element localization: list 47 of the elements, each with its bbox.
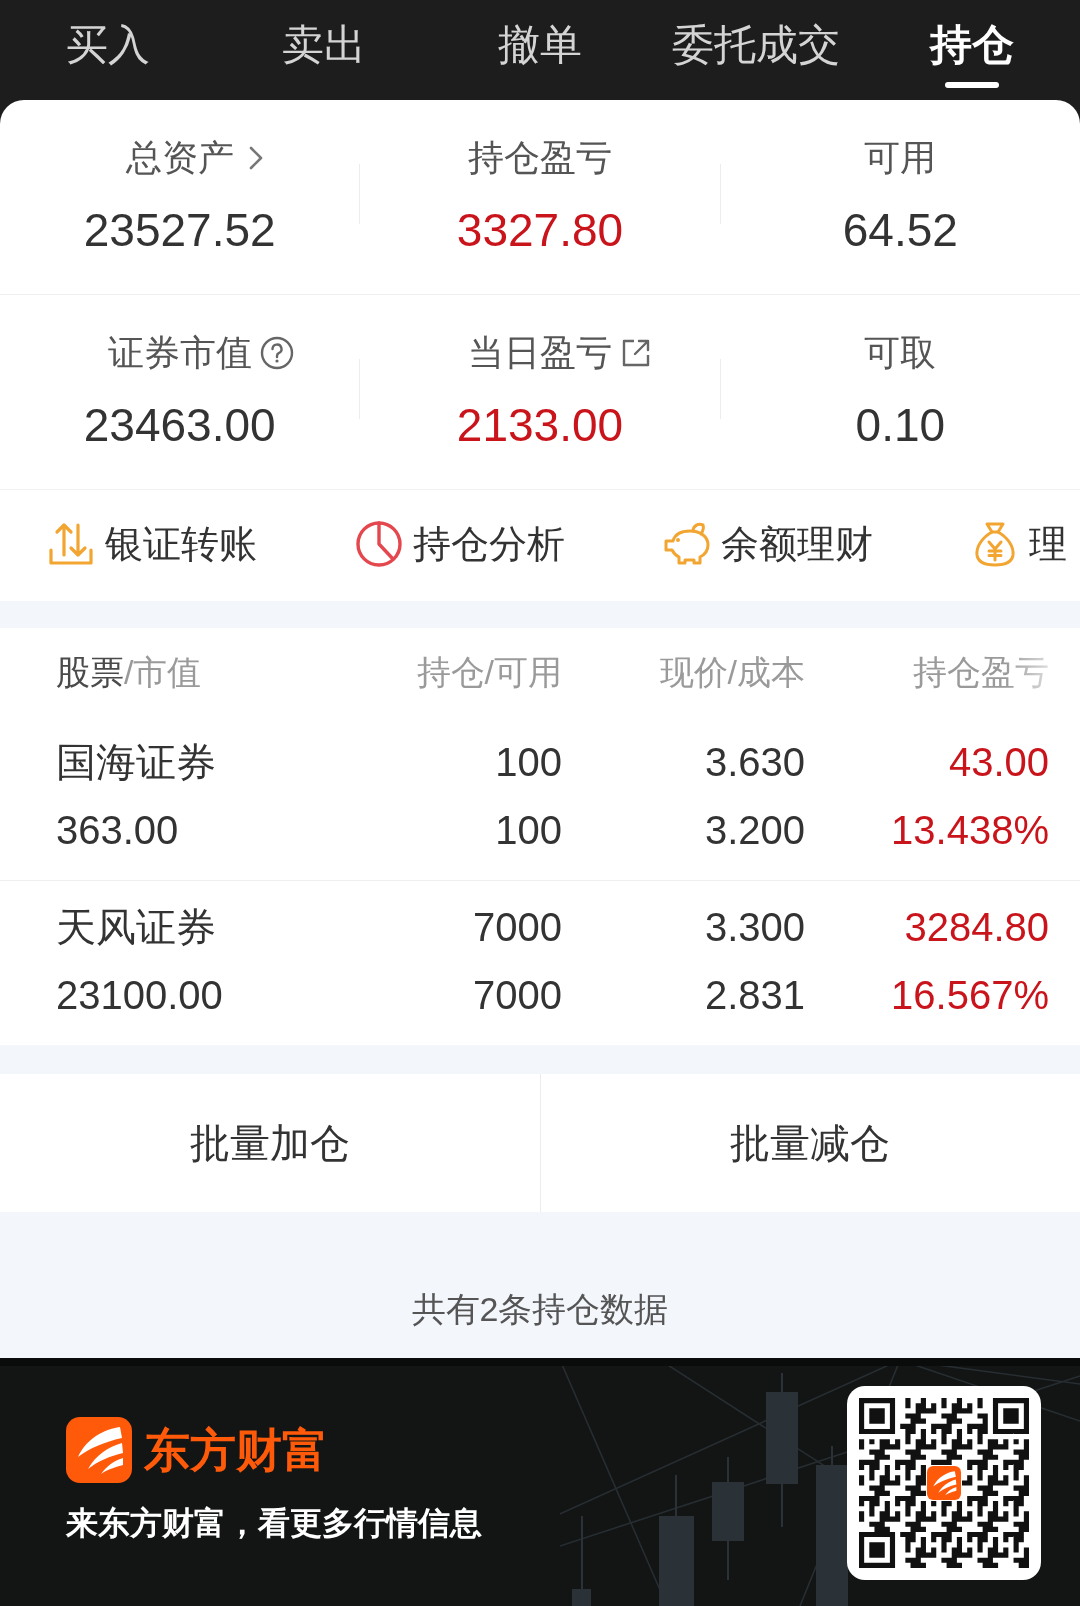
profit-ratio: 13.438% xyxy=(891,807,1049,854)
tab[interactable]: 委托成交 xyxy=(672,20,840,88)
stat-value: 23527.52 xyxy=(83,203,276,258)
shortcut-button[interactable]: 余额理财 xyxy=(663,519,873,568)
tab[interactable]: 卖出 xyxy=(282,20,366,88)
tab[interactable]: 买入 xyxy=(66,20,150,88)
pie-chart-icon xyxy=(355,519,403,568)
profit-amount: 3284.80 xyxy=(904,904,1049,951)
cost-price: 3.200 xyxy=(704,807,805,854)
help-icon[interactable] xyxy=(259,336,294,370)
stat-label: 持仓盈亏 xyxy=(468,136,612,180)
stat-value: 64.52 xyxy=(842,203,958,258)
shortcut-button[interactable]: 理 xyxy=(971,519,1067,568)
tab[interactable]: 撤单 xyxy=(498,20,582,88)
stat-label: 可取 xyxy=(864,331,937,375)
stat-value: 2133.00 xyxy=(456,398,624,453)
position-quantity: 7000 xyxy=(473,904,562,951)
chevron-right-icon[interactable] xyxy=(247,144,264,172)
slogan-text: 来东方财富，看更多行情信息 xyxy=(66,1504,482,1543)
stat-value: 23463.00 xyxy=(83,398,276,453)
column-header[interactable]: 股票/市值 xyxy=(56,649,202,695)
app-logo-icon xyxy=(927,1466,961,1500)
shortcut-button[interactable]: 持仓分析 xyxy=(355,519,565,568)
stat-label: 当日盈亏 xyxy=(468,331,612,375)
external-link-icon[interactable] xyxy=(620,337,652,369)
profit-amount: 43.00 xyxy=(948,739,1049,786)
stat-label[interactable]: 总资产 xyxy=(125,134,234,182)
stat-value: 0.10 xyxy=(855,398,946,453)
cost-price: 2.831 xyxy=(704,972,805,1019)
current-price: 3.630 xyxy=(704,739,805,786)
app-logo-icon xyxy=(66,1417,132,1483)
available-quantity: 100 xyxy=(495,807,562,854)
position-quantity: 100 xyxy=(495,739,562,786)
stock-name: 国海证券 xyxy=(56,739,216,786)
holdings-count-note: 共有2条持仓数据 xyxy=(411,1289,669,1330)
brand-name: 东方财富 xyxy=(144,1423,328,1478)
current-price: 3.300 xyxy=(704,904,805,951)
stat-value: 3327.80 xyxy=(456,203,624,258)
shortcut-button[interactable]: 银证转账 xyxy=(47,519,257,568)
stat-label: 可用 xyxy=(864,136,937,180)
market-value: 363.00 xyxy=(56,807,179,854)
tab[interactable]: 持仓 xyxy=(930,20,1014,88)
available-quantity: 7000 xyxy=(473,972,562,1019)
stat-label: 证券市值 xyxy=(107,331,252,375)
stock-name: 天风证券 xyxy=(56,904,216,951)
profit-ratio: 16.567% xyxy=(891,972,1049,1019)
market-value: 23100.00 xyxy=(56,972,223,1019)
